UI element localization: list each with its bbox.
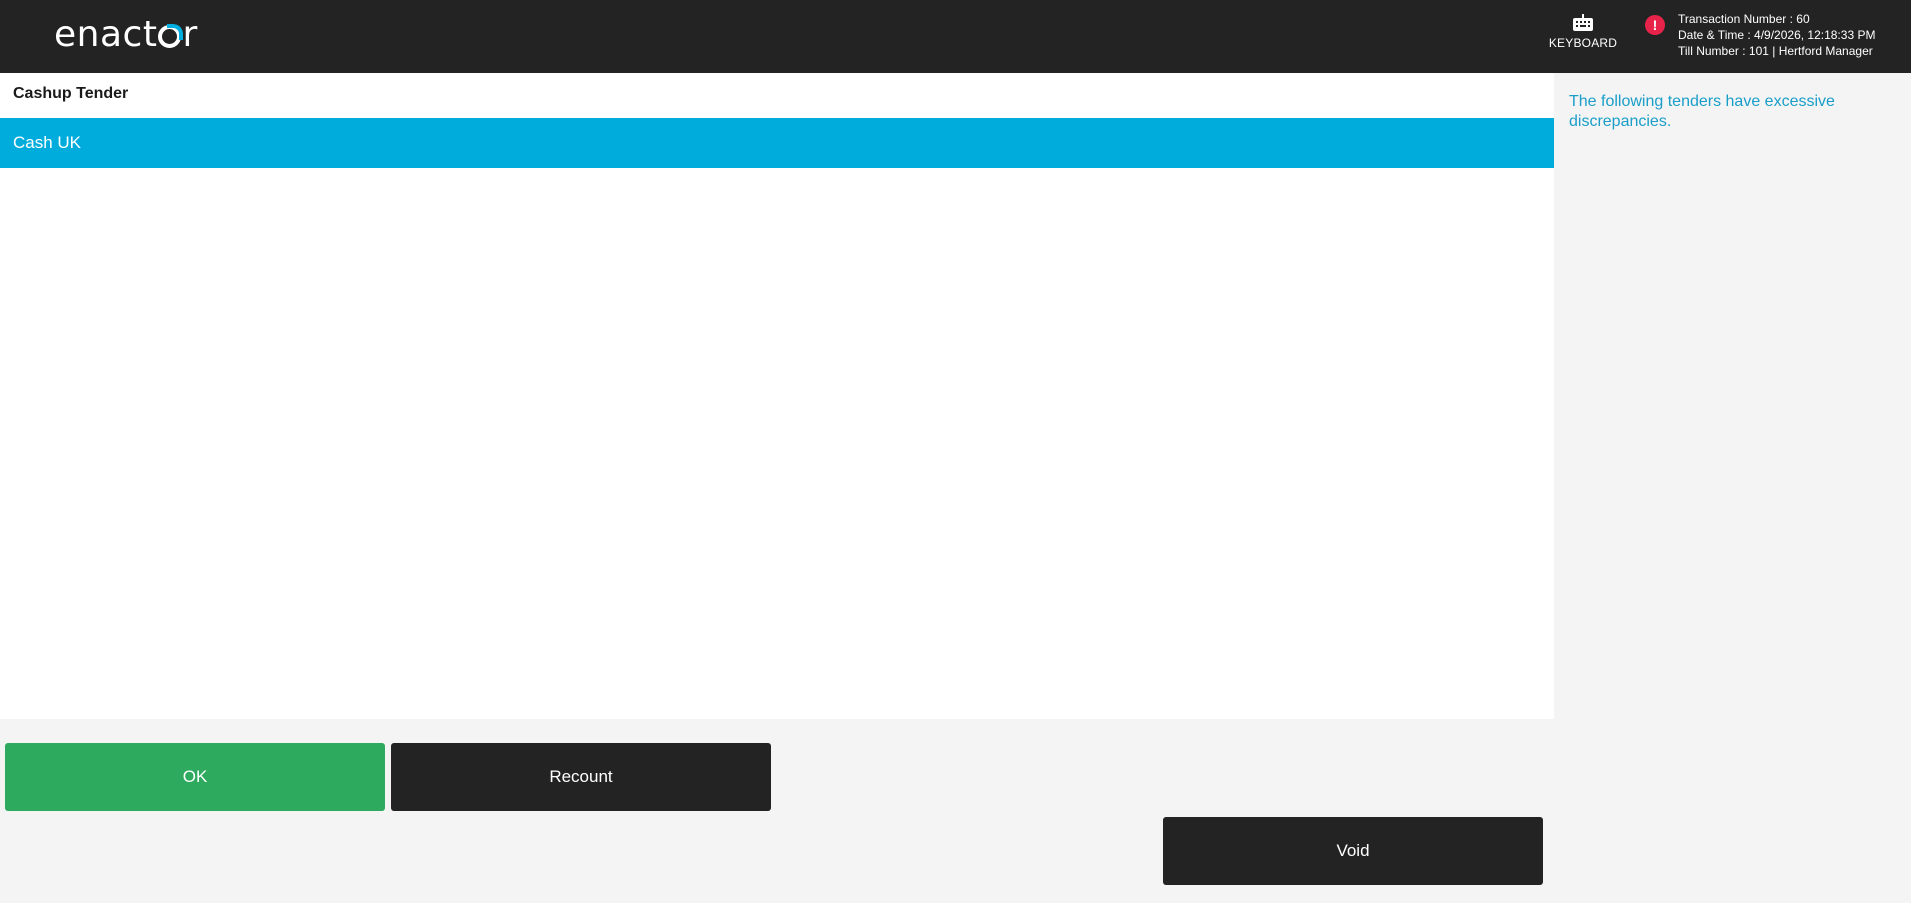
till-number: Till Number : 101 | Hertford Manager <box>1678 44 1873 58</box>
tender-list-panel: Cashup Tender Cash UK <box>0 73 1554 719</box>
recount-button[interactable]: Recount <box>391 743 771 811</box>
keyboard-button[interactable]: KEYBOARD <box>1543 14 1623 50</box>
list-title: Cashup Tender <box>13 85 129 102</box>
logo-text-end: r <box>182 14 198 55</box>
void-button[interactable]: Void <box>1163 817 1543 885</box>
top-bar: enact r KEYBOARD ! Transaction Number : 6… <box>0 0 1911 73</box>
transaction-number: Transaction Number : 60 <box>1678 12 1810 26</box>
discrepancy-message: The following tenders have excessive dis… <box>1569 93 1835 130</box>
alert-icon[interactable]: ! <box>1645 15 1665 35</box>
keyboard-label: KEYBOARD <box>1548 36 1618 50</box>
logo-text-start: enact <box>54 14 158 55</box>
date-time: Date & Time : 4/9/2026, 12:18:33 PM <box>1678 28 1876 42</box>
logo-o-glyph <box>158 24 184 48</box>
keyboard-icon <box>1573 14 1593 31</box>
transaction-info: Transaction Number : 60 Date & Time : 4/… <box>1678 11 1875 59</box>
list-item-label: Cash UK <box>13 133 82 152</box>
ok-button[interactable]: OK <box>5 743 385 811</box>
enactor-logo: enact r <box>54 13 198 57</box>
list-item-cash-uk[interactable]: Cash UK <box>0 118 1554 168</box>
